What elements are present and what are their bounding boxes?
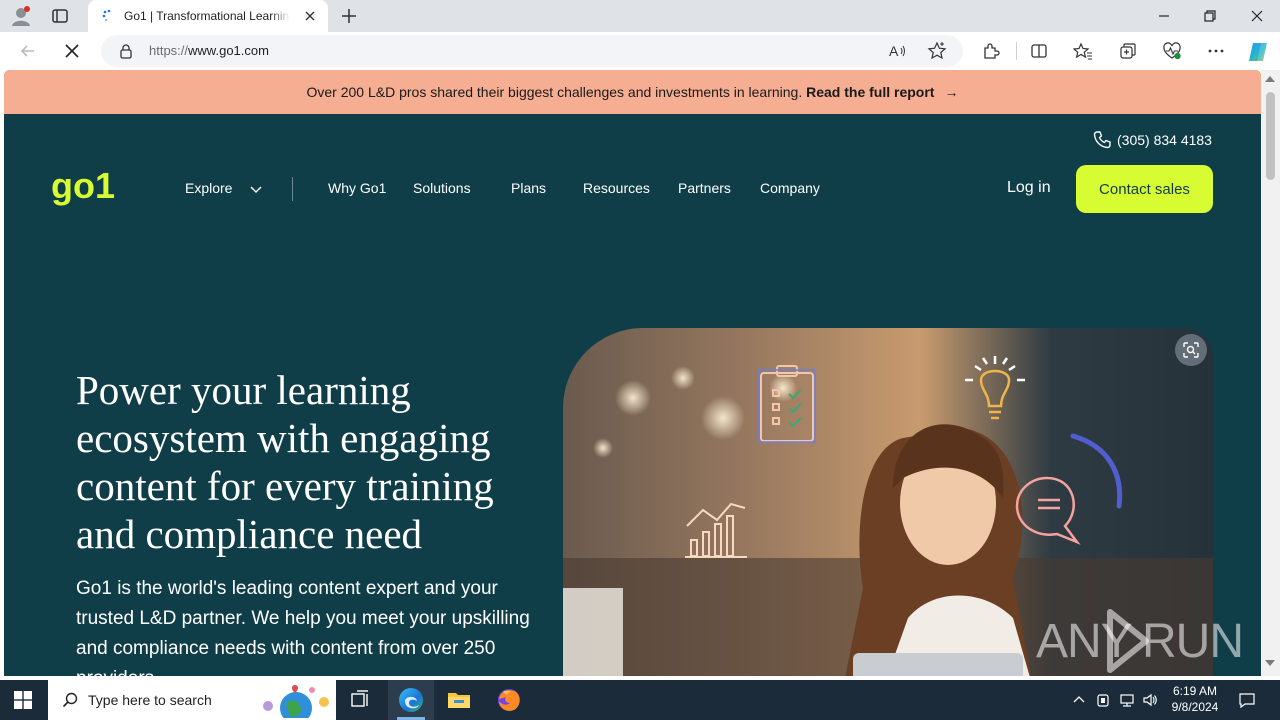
favorite-star-icon[interactable] xyxy=(927,41,947,61)
chevron-down-icon[interactable] xyxy=(249,182,263,196)
profile-icon[interactable] xyxy=(10,5,32,27)
search-highlight-icon xyxy=(260,682,334,720)
read-aloud-icon[interactable]: A xyxy=(887,41,907,61)
volume-icon[interactable] xyxy=(1142,692,1158,708)
close-tab-icon[interactable] xyxy=(302,8,318,24)
back-icon[interactable] xyxy=(18,41,38,61)
page-viewport: Over 200 L&D pros shared their biggest c… xyxy=(4,70,1261,676)
nav-solutions[interactable]: Solutions xyxy=(413,180,471,196)
go1-logo[interactable]: go1 xyxy=(51,165,121,211)
address-bar[interactable]: https://www.go1.com A xyxy=(101,35,963,67)
taskbar-edge-app[interactable] xyxy=(388,680,434,720)
scroll-up-icon[interactable] xyxy=(1265,76,1275,82)
minimize-icon[interactable] xyxy=(1154,6,1174,26)
show-hidden-icons-icon[interactable] xyxy=(1071,692,1087,708)
windows-start-icon[interactable] xyxy=(14,691,32,709)
more-options-icon[interactable] xyxy=(1206,41,1226,61)
windows-taskbar: Type here to search 6:19 AM 9/8/2024 xyxy=(0,680,1280,720)
screen: Go1 | Transformational Learning for Ever… xyxy=(0,0,1280,720)
phone-number[interactable]: (305) 834 4183 xyxy=(1117,132,1212,148)
restore-icon[interactable] xyxy=(1200,6,1220,26)
toolbar-separator xyxy=(1016,42,1017,60)
svg-text:A: A xyxy=(889,43,899,59)
meet-now-icon[interactable] xyxy=(1095,692,1111,708)
nav-explore[interactable]: Explore xyxy=(185,180,232,196)
tab-title: Go1 | Transformational Learning for Ever… xyxy=(124,9,290,23)
loading-favicon-icon xyxy=(102,9,116,23)
notifications-icon[interactable] xyxy=(1238,691,1256,709)
favorites-icon[interactable] xyxy=(1072,41,1093,61)
banner-arrow-icon[interactable]: → xyxy=(944,84,958,100)
banner-link[interactable]: Read the full report xyxy=(806,84,934,100)
hero-description: Go1 is the world's leading content exper… xyxy=(76,578,530,676)
nav-why-go1[interactable]: Why Go1 xyxy=(328,180,386,196)
browser-essentials-icon[interactable] xyxy=(1162,41,1182,61)
browser-toolbar: https://www.go1.com A xyxy=(0,32,1280,70)
anyrun-watermark: ANY RUN xyxy=(1036,606,1244,676)
nav-company[interactable]: Company xyxy=(760,180,820,196)
clock-date: 9/8/2024 xyxy=(1171,700,1219,714)
url-text[interactable]: https://www.go1.com xyxy=(149,43,269,58)
file-explorer-icon[interactable] xyxy=(445,686,473,714)
banner-text: Over 200 L&D pros shared their biggest c… xyxy=(306,84,803,100)
contact-sales-button[interactable]: Contact sales xyxy=(1076,165,1213,213)
system-clock[interactable]: 6:19 AM 9/8/2024 xyxy=(1166,683,1224,715)
close-window-icon[interactable] xyxy=(1247,6,1267,26)
visual-search-icon[interactable] xyxy=(1175,334,1207,366)
network-icon[interactable] xyxy=(1119,692,1135,708)
lock-icon[interactable] xyxy=(118,43,134,59)
taskbar-search[interactable]: Type here to search xyxy=(48,680,336,720)
scrollbar-thumb[interactable] xyxy=(1266,92,1275,180)
search-icon xyxy=(62,692,78,708)
firefox-icon[interactable] xyxy=(495,686,523,714)
extensions-icon[interactable] xyxy=(981,41,1001,61)
task-view-icon[interactable] xyxy=(346,686,374,714)
nav-divider xyxy=(292,177,293,201)
clock-time: 6:19 AM xyxy=(1172,684,1218,698)
page-scrollbar[interactable] xyxy=(1261,70,1280,676)
copilot-icon[interactable] xyxy=(1246,40,1270,64)
nav-resources[interactable]: Resources xyxy=(583,180,650,196)
tab-strip: Go1 | Transformational Learning for Ever… xyxy=(0,0,1280,32)
scroll-down-icon[interactable] xyxy=(1265,660,1275,666)
search-placeholder: Type here to search xyxy=(88,692,212,708)
active-tab[interactable]: Go1 | Transformational Learning for Ever… xyxy=(88,0,328,32)
login-link[interactable]: Log in xyxy=(1007,179,1051,197)
collections-icon[interactable] xyxy=(1118,41,1138,61)
tab-actions-icon[interactable] xyxy=(50,6,70,26)
svg-text:go1: go1 xyxy=(51,171,115,206)
hero-title: Power your learning ecosystem with engag… xyxy=(76,367,494,557)
new-tab-icon[interactable] xyxy=(338,5,360,27)
split-screen-icon[interactable] xyxy=(1029,41,1049,61)
stop-loading-icon[interactable] xyxy=(62,41,82,61)
nav-plans[interactable]: Plans xyxy=(511,180,546,196)
nav-partners[interactable]: Partners xyxy=(678,180,731,196)
phone-icon xyxy=(1093,131,1111,149)
edge-icon xyxy=(397,686,425,714)
announcement-banner[interactable]: Over 200 L&D pros shared their biggest c… xyxy=(4,70,1261,114)
